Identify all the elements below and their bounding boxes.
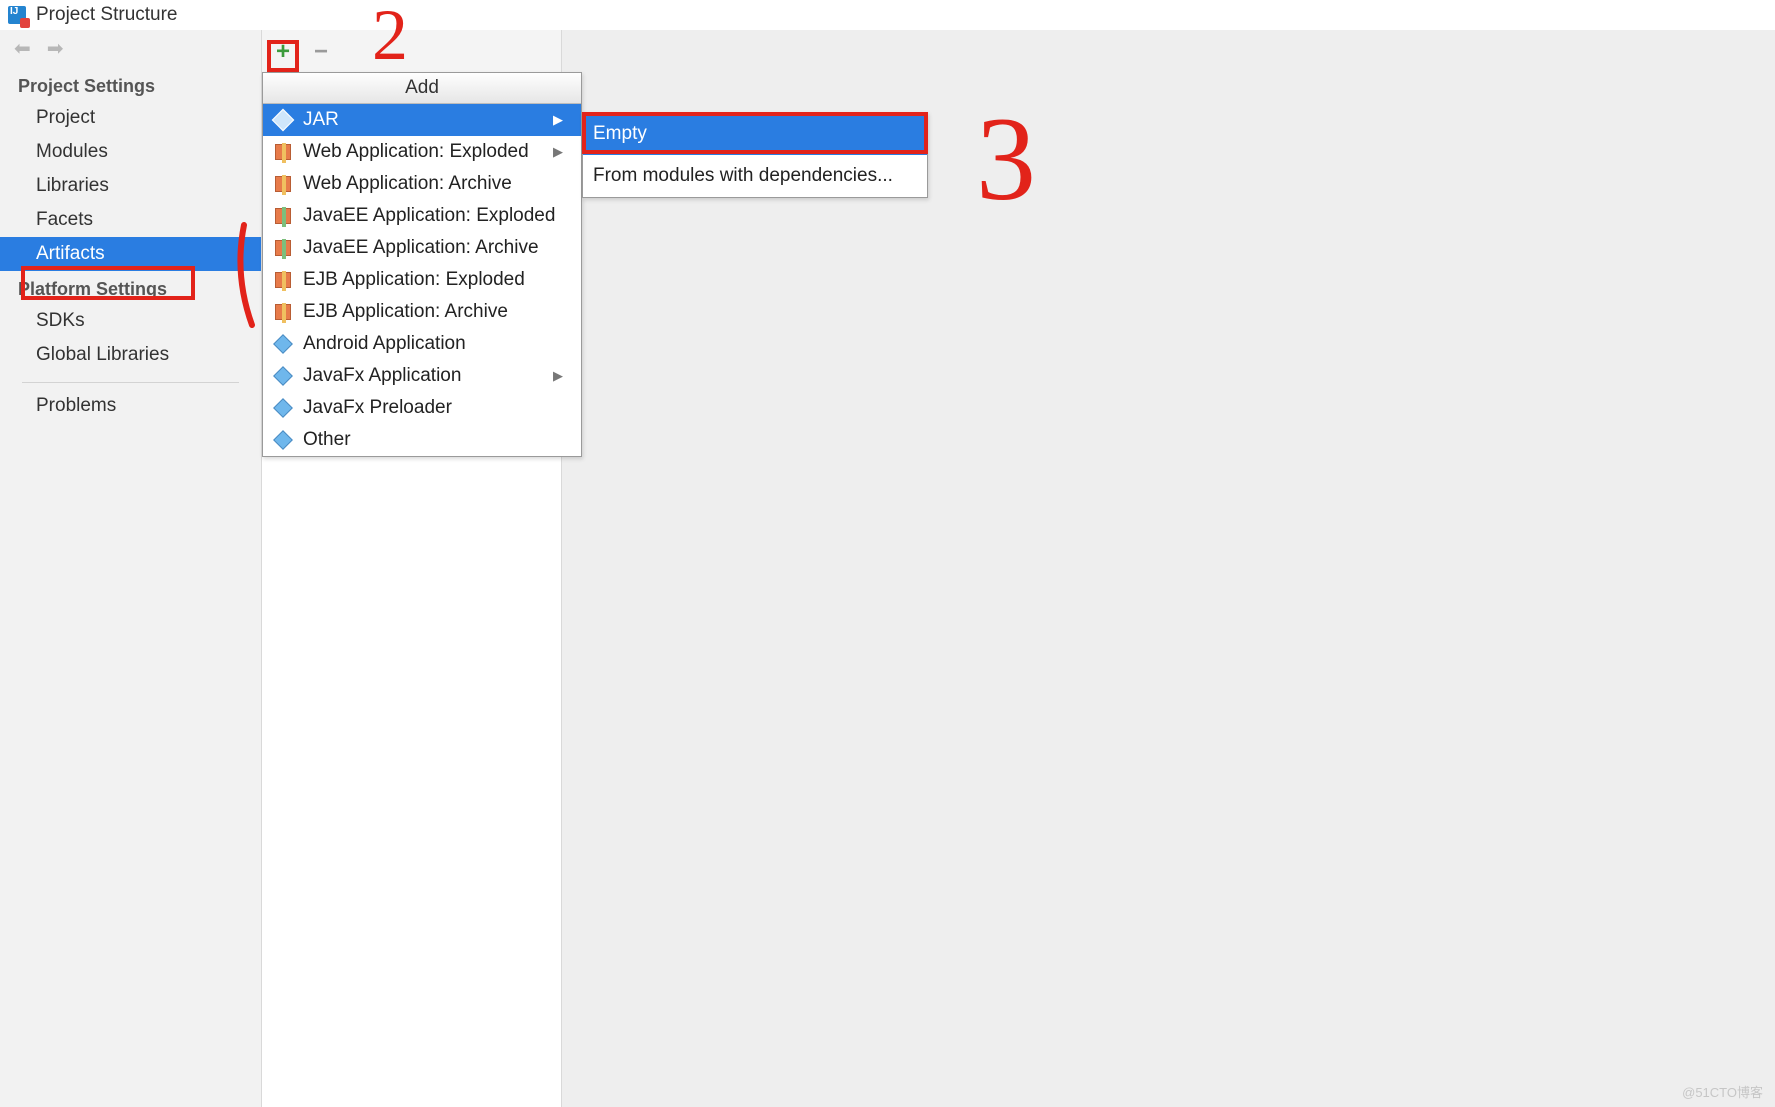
gift-icon [273, 174, 293, 194]
sidebar-item-modules[interactable]: Modules [0, 135, 261, 169]
artifacts-toolbar: + − [262, 30, 561, 74]
sidebar-divider [22, 382, 239, 383]
add-artifact-menu: Add JAR ▶ Web Application: Exploded ▶ We… [262, 72, 582, 457]
menu-item-label: JavaEE Application: Archive [303, 237, 539, 259]
menu-item-label: Other [303, 429, 351, 451]
remove-artifact-button[interactable]: − [310, 41, 332, 63]
diamond-icon [273, 334, 293, 354]
menu-item-label: EJB Application: Archive [303, 301, 508, 323]
menu-item-label: JavaFx Preloader [303, 397, 452, 419]
menu-item-ejb-exploded[interactable]: EJB Application: Exploded [263, 264, 581, 296]
sidebar-item-libraries[interactable]: Libraries [0, 169, 261, 203]
window-title: Project Structure [36, 4, 178, 26]
menu-item-label: Empty [593, 123, 647, 145]
menu-item-label: JAR [303, 109, 339, 131]
nav-forward-icon[interactable]: ➡ [47, 39, 64, 59]
nav-back-icon[interactable]: ⬅ [14, 39, 31, 59]
gift-icon [273, 142, 293, 162]
menu-item-web-exploded[interactable]: Web Application: Exploded ▶ [263, 136, 581, 168]
menu-item-javaee-archive[interactable]: JavaEE Application: Archive [263, 232, 581, 264]
sidebar-section-project: Project Settings [0, 68, 261, 101]
sidebar-item-problems[interactable]: Problems [0, 389, 261, 423]
chevron-right-icon: ▶ [553, 112, 563, 128]
submenu-item-from-modules[interactable]: From modules with dependencies... [583, 155, 927, 197]
jar-submenu: Empty From modules with dependencies... [582, 112, 928, 198]
sidebar-item-artifacts[interactable]: Artifacts [0, 237, 261, 271]
menu-item-label: JavaFx Application [303, 365, 461, 387]
menu-item-android[interactable]: Android Application [263, 328, 581, 360]
diamond-icon [273, 398, 293, 418]
menu-item-label: From modules with dependencies... [593, 165, 893, 187]
submenu-item-empty[interactable]: Empty [583, 113, 927, 155]
menu-item-web-archive[interactable]: Web Application: Archive [263, 168, 581, 200]
gift-icon [273, 238, 293, 258]
sidebar-item-project[interactable]: Project [0, 101, 261, 135]
sidebar: ⬅ ➡ Project Settings Project Modules Lib… [0, 30, 262, 1107]
chevron-right-icon: ▶ [553, 144, 563, 160]
gift-icon [273, 302, 293, 322]
titlebar: Project Structure [0, 0, 1775, 30]
intellij-icon [6, 4, 28, 26]
diamond-icon [273, 430, 293, 450]
menu-item-javafx-app[interactable]: JavaFx Application ▶ [263, 360, 581, 392]
menu-item-label: Android Application [303, 333, 466, 355]
menu-item-jar[interactable]: JAR ▶ [263, 104, 581, 136]
menu-item-other[interactable]: Other [263, 424, 581, 456]
jar-icon [273, 110, 293, 130]
menu-item-ejb-archive[interactable]: EJB Application: Archive [263, 296, 581, 328]
sidebar-item-global-libraries[interactable]: Global Libraries [0, 338, 261, 372]
gift-icon [273, 206, 293, 226]
watermark: @51CTO博客 [1682, 1082, 1763, 1101]
diamond-icon [273, 366, 293, 386]
menu-item-label: EJB Application: Exploded [303, 269, 525, 291]
chevron-right-icon: ▶ [553, 368, 563, 384]
sidebar-section-platform: Platform Settings [0, 271, 261, 304]
menu-item-label: Web Application: Exploded [303, 141, 529, 163]
sidebar-item-sdks[interactable]: SDKs [0, 304, 261, 338]
menu-item-label: JavaEE Application: Exploded [303, 205, 555, 227]
menu-item-label: Web Application: Archive [303, 173, 512, 195]
menu-item-javaee-exploded[interactable]: JavaEE Application: Exploded [263, 200, 581, 232]
sidebar-item-facets[interactable]: Facets [0, 203, 261, 237]
add-artifact-button[interactable]: + [272, 41, 294, 63]
gift-icon [273, 270, 293, 290]
menu-item-javafx-preloader[interactable]: JavaFx Preloader [263, 392, 581, 424]
add-artifact-menu-header: Add [263, 73, 581, 104]
